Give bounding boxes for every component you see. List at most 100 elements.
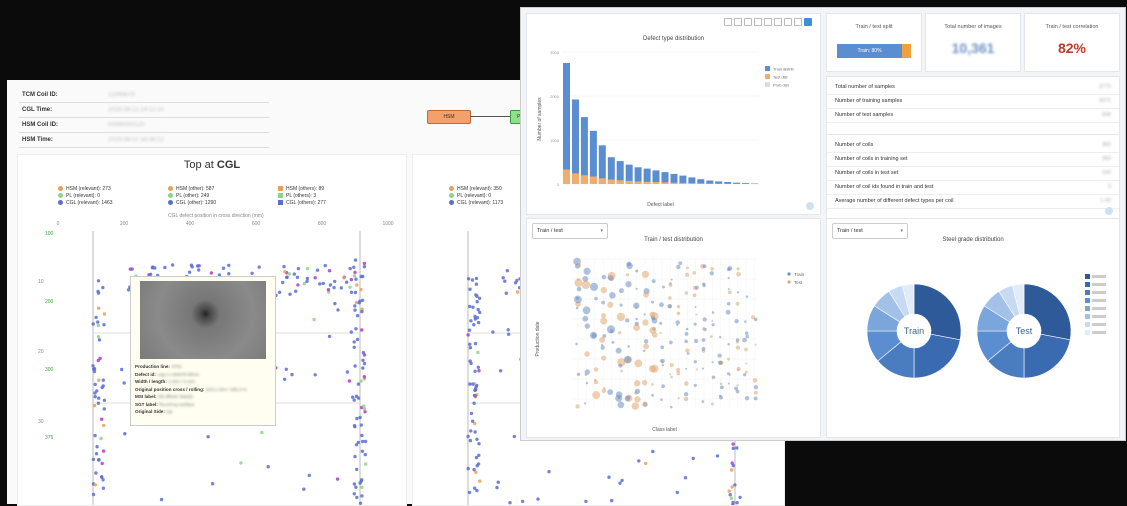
class-bubble[interactable] [643, 402, 647, 406]
legend-item[interactable]: PL (others): 3 [278, 192, 368, 199]
class-bubble[interactable] [737, 291, 739, 293]
defect-point[interactable] [348, 379, 351, 382]
defect-point[interactable] [473, 370, 476, 373]
class-bubble[interactable] [702, 283, 705, 286]
class-bubble[interactable] [576, 307, 578, 309]
class-bubble[interactable] [607, 325, 615, 333]
defect-point[interactable] [355, 301, 358, 304]
defect-point[interactable] [306, 267, 309, 270]
help-icon[interactable] [806, 202, 814, 210]
class-bubble[interactable] [632, 403, 639, 410]
class-bubble[interactable] [618, 402, 625, 409]
class-bubble[interactable] [652, 279, 656, 283]
class-bubble[interactable] [643, 292, 649, 298]
defect-point[interactable] [308, 474, 311, 477]
defect-point[interactable] [353, 482, 356, 485]
defect-point[interactable] [333, 280, 336, 283]
defect-point[interactable] [495, 486, 498, 489]
class-bubble[interactable] [671, 279, 673, 281]
bar[interactable] [599, 145, 606, 184]
bar[interactable] [653, 182, 660, 184]
class-bubble[interactable] [685, 291, 688, 294]
class-bubble[interactable] [728, 343, 730, 345]
class-bubble[interactable] [590, 283, 598, 291]
class-bubble[interactable] [685, 273, 689, 277]
defect-point[interactable] [191, 265, 194, 268]
bar[interactable] [608, 180, 615, 184]
bar[interactable] [617, 180, 624, 184]
defect-point[interactable] [239, 461, 242, 464]
defect-point[interactable] [336, 308, 339, 311]
class-bubble[interactable] [726, 310, 731, 315]
defect-point[interactable] [102, 379, 105, 382]
defect-point[interactable] [120, 368, 123, 371]
defect-point[interactable] [296, 276, 299, 279]
class-bubble[interactable] [650, 312, 655, 317]
defect-point[interactable] [353, 304, 356, 307]
class-bubble[interactable] [736, 302, 740, 306]
class-bubble[interactable] [676, 320, 680, 324]
defect-point[interactable] [363, 265, 366, 268]
class-bubble[interactable] [744, 348, 747, 351]
defect-point[interactable] [361, 359, 364, 362]
class-bubble[interactable] [670, 363, 674, 367]
legend-item[interactable]: CGL (relevant): 1463 [58, 199, 148, 206]
class-bubble[interactable] [651, 301, 654, 304]
class-bubble[interactable] [745, 371, 748, 374]
defect-point[interactable] [227, 272, 230, 275]
legend-label[interactable]: Train [794, 272, 805, 277]
defect-point[interactable] [94, 316, 97, 319]
defect-point[interactable] [99, 437, 102, 440]
defect-point[interactable] [364, 440, 367, 443]
class-bubble[interactable] [651, 383, 653, 385]
class-bubble[interactable] [601, 301, 605, 305]
defect-point[interactable] [356, 314, 359, 317]
bar[interactable] [662, 172, 669, 184]
defect-point[interactable] [283, 270, 286, 273]
bar[interactable] [688, 183, 695, 184]
defect-point[interactable] [361, 440, 364, 443]
class-bubble[interactable] [602, 275, 606, 279]
class-bubble[interactable] [694, 360, 697, 363]
defect-point[interactable] [322, 282, 325, 285]
defect-point[interactable] [354, 327, 357, 330]
defect-point[interactable] [475, 295, 478, 298]
defect-point[interactable] [644, 462, 647, 465]
class-bubble[interactable] [727, 302, 730, 305]
class-bubble[interactable] [601, 356, 606, 361]
class-bubble[interactable] [754, 318, 757, 321]
defect-point[interactable] [355, 468, 358, 471]
defect-point[interactable] [358, 416, 361, 419]
class-bubble[interactable] [618, 331, 621, 334]
defect-point[interactable] [96, 320, 99, 323]
defect-point[interactable] [97, 402, 100, 405]
defect-point[interactable] [361, 299, 364, 302]
bar[interactable] [572, 173, 579, 184]
defect-point[interactable] [470, 412, 473, 415]
defect-point[interactable] [100, 418, 103, 421]
bar[interactable] [679, 176, 686, 184]
class-bubble[interactable] [661, 384, 665, 388]
defect-point[interactable] [471, 278, 474, 281]
legend-item[interactable]: HSM (others): 89 [278, 185, 368, 192]
defect-point[interactable] [306, 277, 309, 280]
defect-point[interactable] [123, 432, 126, 435]
defect-point[interactable] [312, 318, 315, 321]
class-bubble[interactable] [636, 288, 638, 290]
bar[interactable] [688, 177, 695, 184]
defect-point[interactable] [197, 268, 200, 271]
defect-point[interactable] [91, 364, 94, 367]
class-bubble[interactable] [668, 296, 671, 299]
class-bubble[interactable] [746, 296, 748, 298]
defect-point[interactable] [163, 266, 166, 269]
bar[interactable] [706, 181, 713, 185]
defect-point[interactable] [468, 305, 471, 308]
bar[interactable] [706, 184, 713, 185]
defect-point[interactable] [475, 277, 478, 280]
defect-point[interactable] [475, 456, 478, 459]
class-bubble[interactable] [619, 288, 624, 293]
defect-point[interactable] [730, 497, 733, 500]
defect-point[interactable] [258, 265, 261, 268]
defect-point[interactable] [468, 491, 471, 494]
defect-point[interactable] [491, 330, 494, 333]
